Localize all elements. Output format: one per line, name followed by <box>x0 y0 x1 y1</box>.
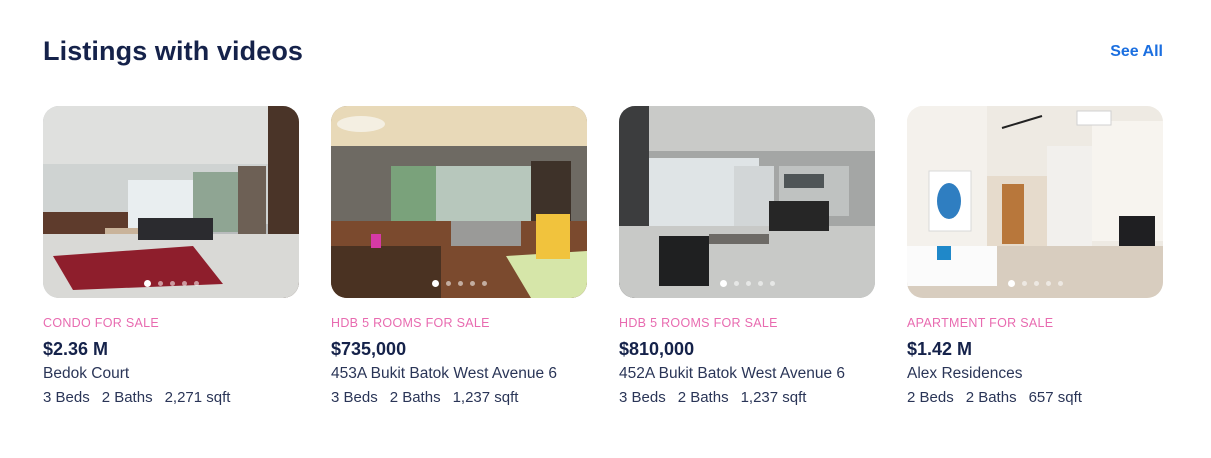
carousel-dot[interactable] <box>1007 279 1015 287</box>
carousel-dot[interactable] <box>719 279 727 287</box>
photo-carousel-dots[interactable] <box>43 279 299 287</box>
listing-price: $2.36 M <box>43 339 109 359</box>
listing-area: 657 sqft <box>1028 389 1082 406</box>
listing-price: $735,000 <box>331 339 407 359</box>
carousel-dot[interactable] <box>457 280 463 286</box>
listing-beds: 3 Beds <box>619 389 666 406</box>
listing-baths: 2 Baths <box>101 389 153 406</box>
listing-type: CONDO FOR SALE <box>43 316 160 330</box>
see-all-link[interactable]: See All <box>1110 43 1163 61</box>
carousel-dot[interactable] <box>757 280 763 286</box>
listing-price: $1.42 M <box>907 339 973 359</box>
listing-specs: 3 Beds 2 Baths 2,271 sqft <box>43 389 230 406</box>
photo-carousel-dots[interactable] <box>619 279 875 287</box>
carousel-dot[interactable] <box>1045 280 1051 286</box>
photo-carousel-dots[interactable] <box>331 279 587 287</box>
carousel-dot[interactable] <box>181 280 187 286</box>
listing-beds: 3 Beds <box>43 389 90 406</box>
listing-photo[interactable] <box>331 106 587 298</box>
listing-type: HDB 5 ROOMS FOR SALE <box>619 316 778 330</box>
carousel-dot[interactable] <box>769 280 775 286</box>
carousel-dot[interactable] <box>469 280 475 286</box>
carousel-dot[interactable] <box>1021 280 1027 286</box>
listing-baths: 2 Baths <box>965 389 1017 406</box>
listing-name[interactable]: 453A Bukit Batok West Avenue 6 <box>331 365 557 383</box>
carousel-dot[interactable] <box>157 280 163 286</box>
carousel-dot[interactable] <box>1033 280 1039 286</box>
carousel-dot[interactable] <box>733 280 739 286</box>
photo-carousel-dots[interactable] <box>907 279 1163 287</box>
carousel-dot[interactable] <box>193 280 199 286</box>
carousel-dot[interactable] <box>445 280 451 286</box>
listing-beds: 3 Beds <box>331 389 378 406</box>
carousel-dot[interactable] <box>481 280 487 286</box>
listing-card[interactable]: CONDO FOR SALE $2.36 M Bedok Court 3 Bed… <box>43 106 299 426</box>
listing-area: 2,271 sqft <box>164 389 231 406</box>
section-title: Listings with videos <box>43 36 304 66</box>
living-room-photo <box>331 106 587 298</box>
carousel-dot[interactable] <box>169 280 175 286</box>
listing-photo[interactable] <box>907 106 1163 298</box>
listing-card[interactable]: HDB 5 ROOMS FOR SALE $735,000 453A Bukit… <box>331 106 587 426</box>
listing-photo[interactable] <box>619 106 875 298</box>
carousel-dot[interactable] <box>1057 280 1063 286</box>
listing-specs: 3 Beds 2 Baths 1,237 sqft <box>619 389 806 406</box>
listing-beds: 2 Beds <box>907 389 954 406</box>
listing-card[interactable]: HDB 5 ROOMS FOR SALE $810,000 452A Bukit… <box>619 106 875 426</box>
listing-photo[interactable] <box>43 106 299 298</box>
listing-specs: 3 Beds 2 Baths 1,237 sqft <box>331 389 518 406</box>
listing-specs: 2 Beds 2 Baths 657 sqft <box>907 389 1082 406</box>
living-room-photo <box>907 106 1163 298</box>
listing-name[interactable]: Alex Residences <box>907 365 1022 383</box>
listing-type: APARTMENT FOR SALE <box>907 316 1054 330</box>
listing-cards: CONDO FOR SALE $2.36 M Bedok Court 3 Bed… <box>43 106 1163 426</box>
listing-baths: 2 Baths <box>677 389 729 406</box>
carousel-dot[interactable] <box>143 279 151 287</box>
carousel-dot[interactable] <box>745 280 751 286</box>
listing-type: HDB 5 ROOMS FOR SALE <box>331 316 490 330</box>
section-header: Listings with videos See All <box>43 36 1163 72</box>
listing-baths: 2 Baths <box>389 389 441 406</box>
living-room-photo <box>619 106 875 298</box>
listing-card[interactable]: APARTMENT FOR SALE $1.42 M Alex Residenc… <box>907 106 1163 426</box>
listing-area: 1,237 sqft <box>452 389 519 406</box>
carousel-dot[interactable] <box>431 279 439 287</box>
listing-price: $810,000 <box>619 339 695 359</box>
listing-name[interactable]: Bedok Court <box>43 365 129 383</box>
listing-name[interactable]: 452A Bukit Batok West Avenue 6 <box>619 365 845 383</box>
listing-area: 1,237 sqft <box>740 389 807 406</box>
living-room-photo <box>43 106 299 298</box>
